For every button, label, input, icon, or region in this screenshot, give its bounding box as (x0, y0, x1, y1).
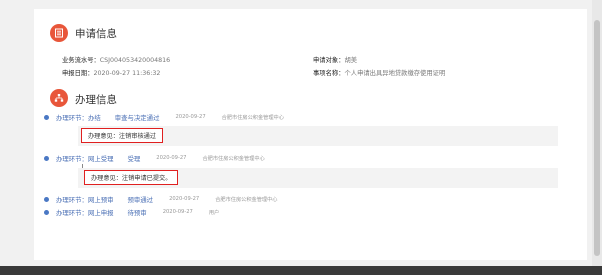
step-date: 2020-09-27 (169, 196, 200, 202)
serial-number-field: 业务流水号：CSJ004053420004816 (62, 55, 170, 64)
matter-name-label: 事项名称： (313, 70, 345, 77)
step-segment: 办理环节：办结 (56, 113, 101, 122)
step-date: 2020-09-27 (175, 114, 206, 120)
timeline-dot-icon (44, 114, 49, 120)
process-step: 办理环节：办结 审查与决定通过 2020-09-27 合肥市住房公积金管理中心 (44, 112, 284, 122)
apply-date-label: 申报日期： (62, 70, 94, 77)
apply-date-value: 2020-09-27 11:36:32 (93, 70, 161, 77)
opinion-row: 办理意见：注销申请已提交。 (78, 168, 558, 188)
applicant-label: 申请对象： (313, 57, 345, 64)
process-step: 办理环节：网上受理 受理 2020-09-27 合肥市住房公积金管理中心 (44, 153, 265, 163)
step-status: 预审通过 (127, 195, 154, 204)
org-chart-icon (50, 89, 68, 107)
step-status: 受理 (127, 154, 141, 163)
matter-name-value: 个人申请出具异地贷款缴存使用证明 (344, 70, 446, 77)
step-status: 审查与决定通过 (114, 113, 160, 122)
timeline-dot-icon (44, 155, 49, 161)
step-segment: 办理环节：网上申报 (56, 208, 114, 217)
opinion-row: 办理意见：注销审核通过 (78, 126, 558, 146)
step-org: 合肥市住房公积金管理中心 (215, 196, 278, 203)
process-info-title: 办理信息 (75, 94, 117, 106)
applicant-value: 胡美 (344, 57, 358, 64)
page-scrollbar[interactable] (592, 0, 602, 266)
step-org: 合肥市住房公积金管理中心 (221, 114, 284, 121)
step-date: 2020-09-27 (156, 155, 187, 161)
footer-bar (0, 266, 602, 275)
apply-date-field: 申报日期：2020-09-27 11:36:32 (62, 68, 160, 77)
process-step: 办理环节：网上预审 预审通过 2020-09-27 合肥市住房公积金管理中心 (44, 194, 278, 204)
step-org: 用户 (208, 209, 220, 216)
document-list-icon (50, 24, 68, 42)
step-date: 2020-09-27 (162, 209, 193, 215)
serial-number-label: 业务流水号： (62, 57, 100, 64)
step-status: 待预审 (127, 208, 147, 217)
applicant-field: 申请对象：胡美 (313, 55, 357, 64)
scroll-thumb[interactable] (594, 20, 600, 256)
step-segment: 办理环节：网上预审 (56, 195, 114, 204)
matter-name-field: 事项名称：个人申请出具异地贷款缴存使用证明 (313, 68, 445, 77)
apply-info-title: 申请信息 (75, 28, 117, 40)
process-step: 办理环节：网上申报 待预审 2020-09-27 用户 (44, 207, 219, 217)
timeline-dot-icon (44, 209, 49, 215)
step-segment: 办理环节：网上受理 (56, 154, 114, 163)
serial-number-value: CSJ004053420004816 (99, 57, 171, 64)
opinion-highlight: 办理意见：注销申请已提交。 (84, 170, 179, 185)
timeline-dot-icon (44, 196, 49, 202)
opinion-highlight: 办理意见：注销审核通过 (81, 128, 164, 143)
step-org: 合肥市住房公积金管理中心 (202, 155, 265, 162)
